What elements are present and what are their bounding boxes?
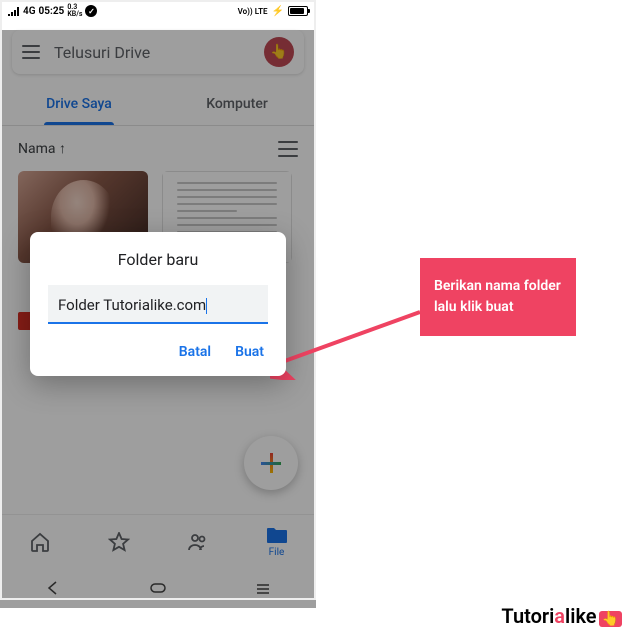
status-bar: 4G 05:25 0.3KB/s ✓ Vo)) LTE ⚡ <box>0 0 316 22</box>
status-left: 4G 05:25 0.3KB/s ✓ <box>8 4 97 18</box>
watermark-icon: 👆 <box>599 611 622 627</box>
battery-icon <box>288 6 308 16</box>
text-cursor <box>206 298 207 314</box>
phone-frame: 4G 05:25 0.3KB/s ✓ Vo)) LTE ⚡ Telusuri D… <box>0 0 316 600</box>
watermark: Tutorialike👆 <box>501 604 622 628</box>
folder-name-input[interactable]: Folder Tutorialike.com <box>58 296 207 314</box>
signal-icon <box>8 6 20 16</box>
status-time: 05:25 <box>39 6 65 17</box>
dialog-input-wrap[interactable]: Folder Tutorialike.com <box>48 285 268 324</box>
dialog-title: Folder baru <box>48 250 268 269</box>
dialog-actions: Batal Buat <box>48 338 268 366</box>
volte-icon: Vo)) LTE <box>238 7 268 16</box>
speed-unit: KB/s <box>67 11 82 18</box>
callout-text: Berikan nama folder lalu klik buat <box>434 278 561 315</box>
charge-icon: ⚡ <box>272 6 284 17</box>
new-folder-dialog: Folder baru Folder Tutorialike.com Batal… <box>30 232 286 376</box>
check-icon: ✓ <box>85 5 97 17</box>
status-right: Vo)) LTE ⚡ <box>238 6 308 17</box>
create-button[interactable]: Buat <box>235 344 264 360</box>
instruction-callout: Berikan nama folder lalu klik buat <box>420 258 576 336</box>
cancel-button[interactable]: Batal <box>179 344 211 360</box>
network-type: 4G <box>23 6 36 17</box>
